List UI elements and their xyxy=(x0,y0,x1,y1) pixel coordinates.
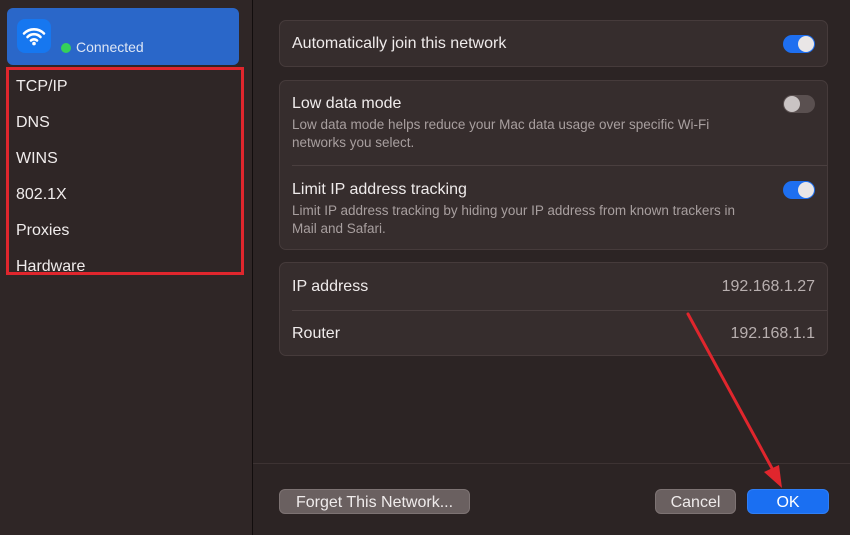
limit-ip-tracking-label: Limit IP address tracking xyxy=(292,181,467,198)
network-info-group: IP address 192.168.1.27 Router 192.168.1… xyxy=(279,262,828,356)
ip-address-label: IP address xyxy=(292,278,369,295)
limit-ip-tracking-toggle[interactable] xyxy=(783,181,815,199)
ip-address-value: 192.168.1.27 xyxy=(721,278,815,295)
toggle-knob xyxy=(798,182,814,198)
auto-join-label: Automatically join this network xyxy=(292,35,507,52)
ok-button[interactable]: OK xyxy=(747,489,829,514)
row-separator xyxy=(292,310,827,311)
connection-status: Connected xyxy=(76,39,144,55)
sidebar-divider xyxy=(252,0,253,535)
sidebar-item-dns[interactable]: DNS xyxy=(16,114,50,132)
privacy-options-group: Low data mode Low data mode helps reduce… xyxy=(279,80,828,250)
row-separator xyxy=(292,165,827,166)
toggle-knob xyxy=(784,96,800,112)
router-value: 192.168.1.1 xyxy=(730,325,815,342)
low-data-mode-description: Low data mode helps reduce your Mac data… xyxy=(292,117,710,150)
sidebar-item-tcpip[interactable]: TCP/IP xyxy=(16,78,68,96)
low-data-mode-label: Low data mode xyxy=(292,95,402,112)
router-label: Router xyxy=(292,325,341,342)
sidebar-item-proxies[interactable]: Proxies xyxy=(16,222,69,240)
auto-join-toggle[interactable] xyxy=(783,35,815,53)
sidebar-item-8021x[interactable]: 802.1X xyxy=(16,186,67,204)
wifi-details-window: Connected TCP/IP DNS WINS 802.1X Proxies… xyxy=(0,0,850,535)
network-card[interactable]: Connected xyxy=(7,8,239,65)
sidebar-item-wins[interactable]: WINS xyxy=(16,150,58,168)
cancel-button[interactable]: Cancel xyxy=(655,489,736,514)
connected-status-dot xyxy=(61,43,71,53)
forget-network-button[interactable]: Forget This Network... xyxy=(279,489,470,514)
auto-join-group: Automatically join this network xyxy=(279,20,828,67)
sidebar-item-hardware[interactable]: Hardware xyxy=(16,258,85,276)
limit-ip-tracking-description: Limit IP address tracking by hiding your… xyxy=(292,203,735,236)
low-data-mode-toggle[interactable] xyxy=(783,95,815,113)
footer-separator xyxy=(253,463,850,464)
wifi-icon xyxy=(17,19,51,53)
sidebar: Connected TCP/IP DNS WINS 802.1X Proxies… xyxy=(0,0,252,535)
sidebar-settings-list: TCP/IP DNS WINS 802.1X Proxies Hardware xyxy=(6,67,244,275)
toggle-knob xyxy=(798,36,814,52)
